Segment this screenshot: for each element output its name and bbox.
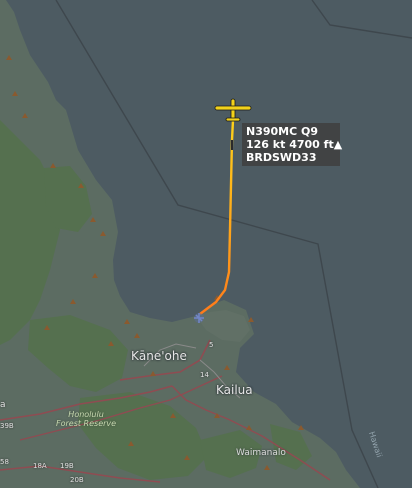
forest-reserve-label: Honolulu Forest Reserve [56, 410, 116, 428]
climb-arrow-icon: ▲ [333, 138, 343, 151]
aircraft-callsign: N390MC Q9 [246, 125, 319, 138]
route-label: 5 [209, 341, 214, 349]
boundary-line-north [311, 0, 412, 39]
flight-track [199, 119, 235, 315]
town-label-waimanalo: Waimanalo [236, 448, 286, 458]
route-label: 20B [70, 476, 84, 484]
aircraft-altitude: 4700 ft [289, 138, 334, 151]
town-label-kailua: Kailua [216, 383, 253, 397]
route-label: 39B [0, 422, 14, 430]
route-label: 14 [200, 371, 209, 379]
airplane-icon[interactable] [214, 98, 252, 124]
aircraft-route: BRDSWD33 [246, 151, 317, 164]
route-label: 58 [0, 458, 9, 466]
route-label: 18A [33, 462, 47, 470]
town-label-kaneohe: Kāne'ohe [131, 349, 187, 363]
aircraft-info-box[interactable]: N390MC Q9 126 kt 4700 ft▲ BRDSWD33 [242, 123, 342, 166]
aircraft-speed: 126 kt [246, 138, 286, 151]
airport-icon[interactable] [194, 313, 204, 323]
forest-reserve-line1: Honolulu [68, 410, 104, 419]
map-view[interactable]: N390MC Q9 126 kt 4700 ft▲ BRDSWD33 Kāne'… [0, 0, 412, 488]
aircraft-speed-alt: 126 kt 4700 ft▲ [246, 138, 342, 151]
route-label: 19B [60, 462, 74, 470]
forest-reserve-line2: Forest Reserve [56, 419, 117, 428]
route-label: a [0, 400, 6, 410]
